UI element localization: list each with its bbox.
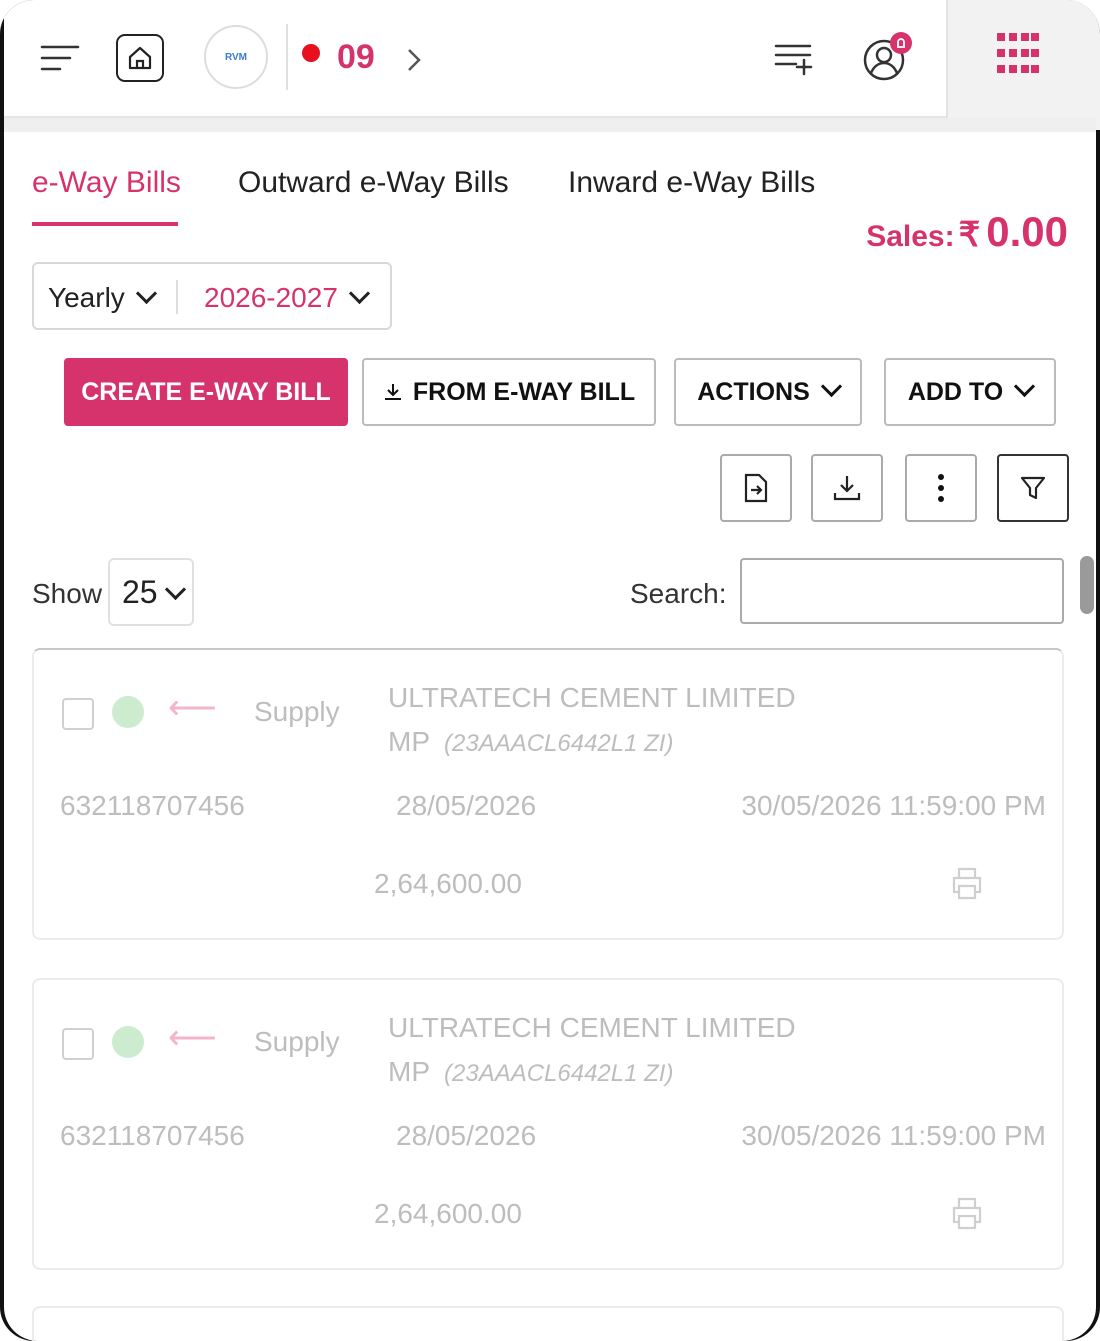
list-add-icon[interactable] [772,38,820,78]
chevron-down-icon [348,282,371,305]
party-gstin: (23AAACL6442L1 ZI) [444,1060,674,1087]
import-file-icon [744,473,768,503]
add-to-dropdown-button[interactable]: ADD TO [884,358,1056,426]
tab-eway-bills[interactable]: e-Way Bills [32,166,181,200]
header-strip [4,118,1096,132]
from-eway-bill-button[interactable]: FROM E-WAY BILL [362,358,656,426]
status-dot [302,44,320,62]
chevron-down-icon [135,282,157,305]
party-gstin: (23AAACL6442L1 ZI) [444,730,674,757]
eway-bill-number[interactable]: 632118707456 [60,1120,245,1152]
party-name[interactable]: ULTRATECH CEMENT LIMITED MP (23AAACL6442L… [388,676,1048,766]
period-type-value: Yearly [48,282,125,313]
filter-button[interactable] [997,454,1069,522]
row-checkbox[interactable] [62,1028,94,1060]
sales-summary: Sales: ₹0.00 [866,208,1068,256]
active-tab-indicator [32,222,178,226]
eway-bill-card[interactable]: ⟵ Supply ULTRATECH CEMENT LIMITED MP (23A… [32,648,1064,940]
download-icon [833,476,861,501]
status-indicator [112,1026,144,1058]
chevron-right-icon[interactable] [400,42,428,78]
year-dropdown[interactable]: 2026-2027 [204,282,371,314]
bill-amount: 2,64,600.00 [374,868,522,899]
company-logo[interactable]: RVM [204,25,268,89]
search-label: Search: [630,578,727,609]
valid-until: 30/05/2026 11:59:00 PM [741,1120,1046,1151]
header-divider [286,24,288,90]
actions-dropdown-button[interactable]: ACTIONS [674,358,862,426]
from-eway-bill-label: FROM E-WAY BILL [412,377,636,406]
app-frame: RVM 09 e-Way Bills Outward e-Way Bills I… [0,0,1100,1341]
bill-date: 28/05/2026 [396,1120,537,1151]
more-options-button[interactable] [905,454,977,522]
bill-date: 28/05/2026 [396,790,537,821]
eway-bill-card[interactable] [32,1306,1064,1341]
apps-panel [946,0,1100,130]
scrollbar-thumb[interactable] [1080,556,1094,614]
tab-outward-eway-bills[interactable]: Outward e-Way Bills [238,166,509,200]
more-vertical-icon [938,474,944,502]
eway-bill-card[interactable]: ⟵ Supply ULTRATECH CEMENT LIMITED MP (23A… [32,978,1064,1270]
search-input[interactable] [740,558,1064,624]
chevron-down-icon [1014,375,1036,397]
filter-icon [1020,476,1046,500]
show-label: Show [32,578,103,609]
create-eway-bill-button[interactable]: CREATE E-WAY BILL [64,358,348,426]
apps-grid-icon[interactable] [994,30,1042,78]
arrow-left-icon: ⟵ [168,1019,217,1057]
menu-icon[interactable] [40,40,80,76]
currency-symbol: ₹ [958,216,981,254]
import-file-button[interactable] [720,454,792,522]
actions-label: ACTIONS [697,377,810,406]
download-button[interactable] [811,454,883,522]
user-bell-icon[interactable] [860,30,916,86]
year-value: 2026-2027 [204,282,338,313]
arrow-left-icon: ⟵ [168,689,217,727]
top-bar: RVM 09 [4,0,1096,118]
home-icon[interactable] [116,34,164,82]
bill-amount: 2,64,600.00 [374,1198,522,1229]
page-size-value: 25 [122,574,158,610]
party-name[interactable]: ULTRATECH CEMENT LIMITED MP (23AAACL6442L… [388,1006,1048,1096]
chevron-down-icon [820,375,842,397]
period-divider [176,280,178,314]
chevron-down-icon [164,578,186,601]
period-selector: Yearly 2026-2027 [32,262,392,330]
sales-value: 0.00 [986,208,1068,255]
sales-label: Sales: [866,220,955,253]
add-to-label: ADD TO [907,377,1004,406]
notification-count[interactable]: 09 [337,38,375,77]
bill-type: Supply [254,696,340,727]
bill-type: Supply [254,1026,340,1057]
print-icon[interactable] [950,1196,984,1230]
status-indicator [112,696,144,728]
download-icon [384,384,401,400]
valid-until: 30/05/2026 11:59:00 PM [741,790,1046,821]
period-type-dropdown[interactable]: Yearly [48,282,157,314]
print-icon[interactable] [950,866,984,900]
row-checkbox[interactable] [62,698,94,730]
page-size-select[interactable]: 25 [108,558,194,626]
tab-inward-eway-bills[interactable]: Inward e-Way Bills [568,166,815,200]
eway-bill-number[interactable]: 632118707456 [60,790,245,822]
